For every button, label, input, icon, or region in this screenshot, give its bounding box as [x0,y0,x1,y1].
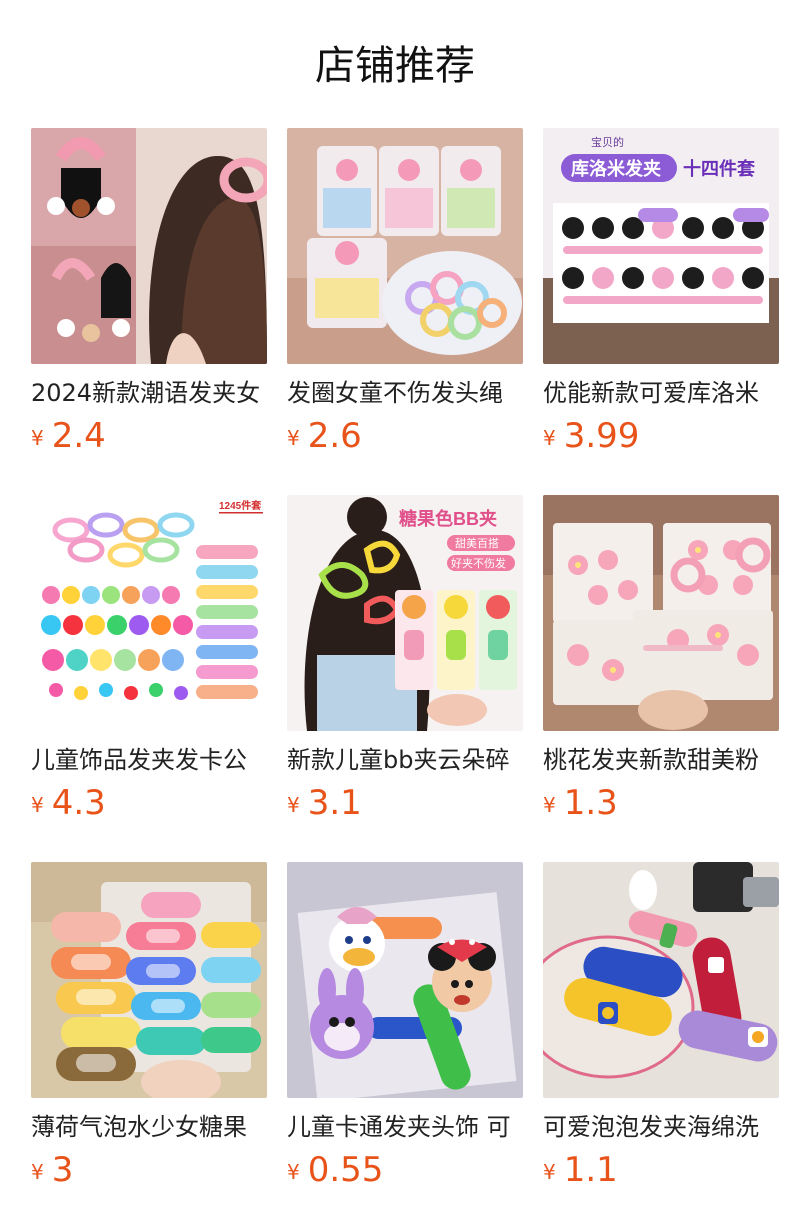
image-caption-badge: 1245件套 [219,499,262,512]
image-caption-top: 宝贝的 [591,135,624,149]
price-value: 2.4 [51,416,106,456]
price-value: 0.55 [307,1150,384,1190]
currency-symbol: ¥ [543,426,556,450]
product-title[interactable]: 可爱泡泡发夹海绵洗 [543,1110,779,1144]
product-card[interactable]: 1245件套 儿童饰品发夹发卡公 ¥ 4.3 [31,495,267,825]
price-value: 1.3 [563,783,618,823]
image-caption-badge: 十四件套 [683,158,755,179]
currency-symbol: ¥ [31,1160,44,1184]
currency-symbol: ¥ [287,426,300,450]
product-card[interactable]: 糖果色BB夹 甜美百搭 好夹不伤发 新款儿童bb夹云朵碎 ¥3.1 [287,495,523,825]
product-title[interactable]: 发圈女童不伤发头绳 [287,376,523,410]
price-value: 3.99 [563,416,640,456]
product-price: ¥1.1 [543,1148,618,1192]
product-title[interactable]: 2024新款潮语发夹女 [31,376,267,410]
product-card[interactable]: 桃花发夹新款甜美粉 ¥1.3 [543,495,779,825]
product-title[interactable]: 桃花发夹新款甜美粉 [543,743,779,777]
product-title[interactable]: 新款儿童bb夹云朵碎 [287,743,523,777]
product-price: ¥2.6 [287,414,362,458]
currency-symbol: ¥ [543,793,556,817]
product-price: ¥2.4 [31,414,106,458]
product-card[interactable]: 2024新款潮语发夹女 ¥2.4 [31,128,267,458]
currency-symbol: ¥ [287,1160,300,1184]
price-value: 4.3 [51,783,106,823]
product-price: ¥0.55 [287,1148,383,1192]
product-title[interactable]: 儿童饰品发夹发卡公 [31,743,267,777]
product-price: ¥3.1 [287,781,362,825]
product-price: ¥3.99 [543,414,639,458]
price-value: 1.1 [563,1150,618,1190]
price-value: 2.6 [307,416,362,456]
currency-symbol: ¥ [31,793,44,817]
product-title[interactable]: 薄荷气泡水少女糖果 [31,1110,267,1144]
hair-tie-box-image[interactable] [287,128,523,364]
image-caption-tag: 甜美百搭 [455,537,499,550]
image-caption-tag: 好夹不伤发 [451,556,506,570]
product-card[interactable]: 宝贝的 库洛米发夹 十四件套 优能新款可爱库洛米 ¥3.99 [543,128,779,458]
product-card[interactable]: 薄荷气泡水少女糖果 ¥3 [31,862,267,1192]
product-title[interactable]: 儿童卡通发夹头饰 可 [287,1110,523,1144]
sponge-bubble-clip-image[interactable] [543,862,779,1098]
currency-symbol: ¥ [287,793,300,817]
cartoon-hair-clip-image[interactable] [287,862,523,1098]
product-price: ¥3 [31,1148,73,1192]
image-caption-main: 库洛米发夹 [571,158,661,179]
product-price: ¥4.3 [31,781,106,825]
peach-blossom-clip-image[interactable] [543,495,779,731]
price-value: 3.1 [307,783,362,823]
hair-accessory-set-image[interactable]: 1245件套 [31,495,267,731]
candy-color-bb-clip-image[interactable]: 糖果色BB夹 甜美百搭 好夹不伤发 [287,495,523,731]
kuromi-clip-set-image[interactable]: 宝贝的 库洛米发夹 十四件套 [543,128,779,364]
product-card[interactable]: 儿童卡通发夹头饰 可 ¥0.55 [287,862,523,1192]
currency-symbol: ¥ [31,426,44,450]
image-caption-main: 糖果色BB夹 [399,508,497,529]
price-value: 3 [51,1150,74,1190]
product-card[interactable]: 可爱泡泡发夹海绵洗 ¥1.1 [543,862,779,1192]
currency-symbol: ¥ [543,1160,556,1184]
page-title: 店铺推荐 [315,43,475,89]
product-title[interactable]: 优能新款可爱库洛米 [543,376,779,410]
candy-color-snap-clip-image[interactable] [31,862,267,1098]
product-card[interactable]: 发圈女童不伤发头绳 ¥2.6 [287,128,523,458]
hair-claw-clip-image[interactable] [31,128,267,364]
product-price: ¥1.3 [543,781,618,825]
